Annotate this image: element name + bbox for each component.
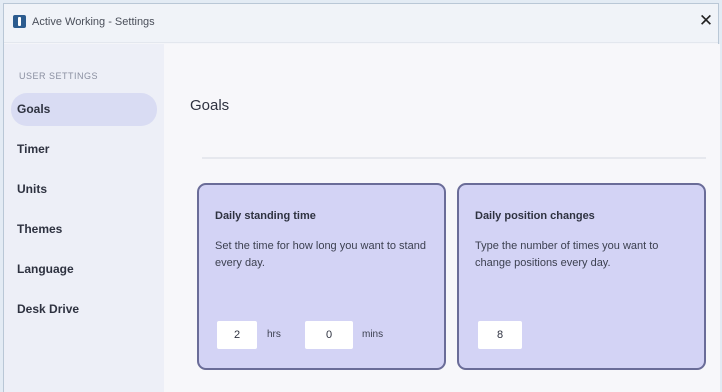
- divider: [202, 157, 706, 159]
- card-description: Set the time for how long you want to st…: [215, 240, 426, 269]
- close-icon[interactable]: ✕: [698, 12, 714, 30]
- card-title: Daily position changes: [475, 210, 595, 222]
- main-content: Goals Daily standing time Set the time f…: [164, 44, 720, 392]
- sidebar-item-goals[interactable]: Goals: [11, 93, 157, 126]
- card-title: Daily standing time: [215, 210, 316, 222]
- sidebar-item-language[interactable]: Language: [11, 253, 157, 286]
- sidebar-heading: USER SETTINGS: [19, 71, 99, 81]
- daily-position-changes-card: Daily position changes Type the number o…: [457, 183, 706, 370]
- app-icon: [13, 15, 26, 28]
- card-description: Type the number of times you want to cha…: [475, 240, 659, 269]
- hours-unit-label: hrs: [267, 329, 281, 340]
- sidebar-item-desk-drive[interactable]: Desk Drive: [11, 293, 157, 326]
- title-bar: Active Working - Settings ✕: [4, 4, 718, 43]
- minutes-unit-label: mins: [362, 329, 384, 340]
- daily-standing-time-card: Daily standing time Set the time for how…: [197, 183, 446, 370]
- sidebar-item-themes[interactable]: Themes: [11, 213, 157, 246]
- position-changes-input[interactable]: [478, 321, 522, 349]
- settings-window: Active Working - Settings ✕ USER SETTING…: [3, 3, 720, 392]
- standing-hours-input[interactable]: [217, 321, 257, 349]
- page-title: Goals: [190, 97, 230, 114]
- sidebar-item-timer[interactable]: Timer: [11, 133, 157, 166]
- sidebar: USER SETTINGS Goals Timer Units Themes L…: [4, 44, 164, 392]
- window-title: Active Working - Settings: [32, 16, 155, 28]
- sidebar-item-units[interactable]: Units: [11, 173, 157, 206]
- standing-minutes-input[interactable]: [305, 321, 353, 349]
